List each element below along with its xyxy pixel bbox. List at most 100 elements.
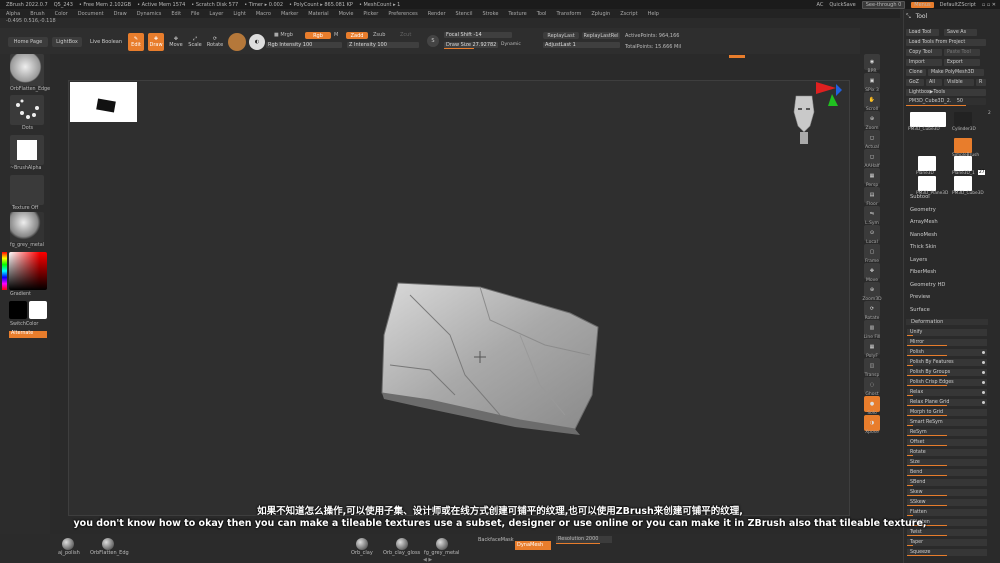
zcut-button[interactable]: Zcut — [400, 32, 411, 38]
menu-stroke[interactable]: Stroke — [482, 11, 498, 17]
deform-morph-to-grid-slider[interactable]: Morph to Grid — [907, 409, 987, 416]
tool-thumbnail[interactable] — [954, 112, 972, 127]
material-orb-clay-gloss-thumb[interactable] — [396, 538, 408, 550]
r-button[interactable]: R — [976, 79, 986, 86]
lightbox-button[interactable]: LightBox — [52, 37, 82, 47]
quicksave-button[interactable]: QuickSave — [829, 2, 855, 8]
deform-size-slider[interactable]: Size — [907, 459, 987, 466]
tool-thumbnail[interactable] — [954, 138, 972, 153]
visible-button[interactable]: Visible — [944, 79, 974, 86]
view-spix-3-button[interactable]: ▣ — [864, 73, 880, 89]
view-persp-button[interactable]: ▦ — [864, 168, 880, 184]
hue-strip[interactable] — [2, 252, 7, 290]
view-transp-button[interactable]: ◫ — [864, 358, 880, 374]
deform-bend-slider[interactable]: Bend — [907, 469, 987, 476]
goz-button[interactable]: GoZ — [906, 79, 924, 86]
deform-squeeze-slider[interactable]: Squeeze — [907, 549, 987, 556]
adjust-last-slider[interactable]: AdjustLast 1 — [543, 42, 620, 48]
menu-render[interactable]: Render — [428, 11, 446, 17]
load-tools-from-project-button[interactable]: Load Tools From Project — [906, 39, 986, 46]
lightbox-tools-button[interactable]: Lightbox▶Tools — [906, 89, 986, 96]
stroke-thumbnail[interactable] — [10, 95, 44, 125]
menu-light[interactable]: Light — [233, 11, 245, 17]
mrgb-button[interactable]: ■ Mrgb — [274, 32, 302, 38]
view-zoom3d-button[interactable]: ⊕ — [864, 282, 880, 298]
subpalette-thick-skin[interactable]: Thick Skin — [910, 244, 936, 250]
import-button[interactable]: Import — [906, 59, 942, 66]
menu-material[interactable]: Material — [308, 11, 328, 17]
deform-resym-slider[interactable]: ReSym — [907, 429, 987, 436]
menu-file[interactable]: File — [191, 11, 199, 17]
subpalette-geometry[interactable]: Geometry — [910, 207, 936, 213]
deform-rotate-slider[interactable]: Rotate — [907, 449, 987, 456]
menu-macro[interactable]: Macro — [256, 11, 271, 17]
load-tool-button[interactable]: Load Tool — [906, 29, 939, 36]
menu-movie[interactable]: Movie — [339, 11, 354, 17]
deform-toggle-icon[interactable] — [982, 361, 985, 364]
move-button[interactable]: ✥ Move — [168, 33, 184, 51]
deform-mirror-slider[interactable]: Mirror — [907, 339, 987, 346]
tool-thumbnail[interactable] — [954, 156, 972, 171]
deform-sbend-slider[interactable]: SBend — [907, 479, 987, 486]
view-aahalf-button[interactable]: ◻ — [864, 149, 880, 165]
dynamic-button[interactable]: Dynamic — [501, 42, 521, 47]
subpalette-deformation[interactable]: Deformation — [906, 319, 988, 325]
window-controls-icon[interactable]: ▫ ▫ ✕ — [982, 2, 996, 8]
menu-zplugin[interactable]: Zplugin — [591, 11, 610, 17]
subpalette-layers[interactable]: Layers — [910, 257, 927, 263]
brush-orbflatten-thumb[interactable] — [102, 538, 114, 550]
menu-tool[interactable]: Tool — [537, 11, 547, 17]
view-scroll-button[interactable]: ✋ — [864, 92, 880, 108]
view-line-fill-button[interactable]: ▥ — [864, 320, 880, 336]
view-rotate-button[interactable]: ⟳ — [864, 301, 880, 317]
deform-smart-resym-slider[interactable]: Smart ReSym — [907, 419, 987, 426]
view-floor-button[interactable]: ▤ — [864, 187, 880, 203]
menu-alpha[interactable]: Alpha — [6, 11, 20, 17]
deform-toggle-icon[interactable] — [982, 351, 985, 354]
orientation-head-icon[interactable] — [788, 82, 844, 148]
home-page-button[interactable]: Home Page — [8, 37, 48, 47]
alternate-button[interactable]: Alternate — [9, 331, 47, 338]
deform-polish-slider[interactable]: Polish — [907, 349, 987, 356]
live-boolean-button[interactable]: Live Boolean — [86, 37, 126, 47]
deform-twist-slider[interactable]: Twist — [907, 529, 987, 536]
secondary-color-swatch[interactable] — [29, 301, 47, 319]
dynamesh-button[interactable]: DynaMesh — [515, 541, 551, 550]
navigator-thumbnail[interactable] — [70, 82, 137, 122]
deform-relax-plane-grid-slider[interactable]: Relax Plane Grid — [907, 399, 987, 406]
deform-relax-slider[interactable]: Relax — [907, 389, 987, 396]
rgb-button[interactable]: Rgb — [305, 32, 331, 39]
view-polyf-button[interactable]: ▦ — [864, 339, 880, 355]
edit-button[interactable]: ✎ Edit — [128, 33, 144, 51]
m-button[interactable]: M — [334, 32, 338, 38]
brush-aj-polish-thumb[interactable] — [62, 538, 74, 550]
sculpted-mesh[interactable] — [370, 275, 610, 435]
material-fg-grey-metal-thumb[interactable] — [436, 538, 448, 550]
shelf-scroll-arrows-icon[interactable]: ◀ ▶ — [423, 557, 432, 563]
subpalette-fibermesh[interactable]: FiberMesh — [910, 269, 936, 275]
draw-button[interactable]: ✚ Draw — [148, 33, 164, 51]
deform-toggle-icon[interactable] — [982, 401, 985, 404]
deform-polish-by-groups-slider[interactable]: Polish By Groups — [907, 369, 987, 376]
replay-last-rel-button[interactable]: ReplayLastRel — [582, 32, 620, 39]
menu-preferences[interactable]: Preferences — [388, 11, 417, 17]
menu-draw[interactable]: Draw — [114, 11, 127, 17]
switch-color-button[interactable]: SwitchColor — [10, 322, 38, 327]
deform-toggle-icon[interactable] — [982, 391, 985, 394]
replay-last-button[interactable]: ReplayLast — [543, 32, 579, 39]
view-xpose-button[interactable]: ◑ — [864, 415, 880, 431]
view-ghost-button[interactable]: ◌ — [864, 377, 880, 393]
view-solo-button[interactable]: ● — [864, 396, 880, 412]
menu-zscript[interactable]: Zscript — [620, 11, 637, 17]
texture-thumbnail[interactable] — [10, 175, 44, 205]
brush-size-icon[interactable]: S — [427, 35, 439, 47]
backface-mask-button[interactable]: BackfaceMask — [478, 537, 514, 543]
menu-texture[interactable]: Texture — [508, 11, 526, 17]
subpalette-preview[interactable]: Preview — [910, 294, 930, 300]
clone-button[interactable]: Clone — [906, 69, 926, 76]
subpalette-geometry-hd[interactable]: Geometry HD — [910, 282, 945, 288]
menu-help[interactable]: Help — [648, 11, 659, 17]
primary-color-swatch[interactable] — [9, 301, 27, 319]
rotate-button[interactable]: ⟳ Rotate — [206, 33, 224, 51]
save-as-button[interactable]: Save As — [944, 29, 977, 36]
